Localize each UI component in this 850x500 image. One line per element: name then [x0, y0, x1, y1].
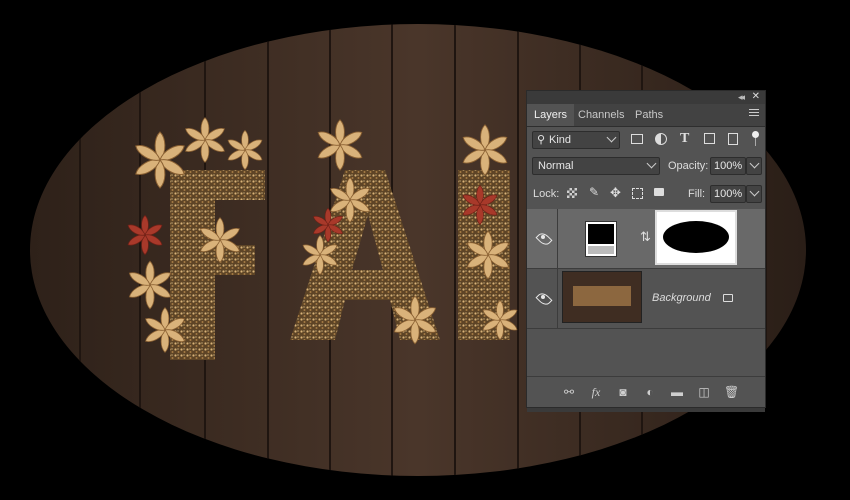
layer-row-background[interactable]: Background — [527, 269, 765, 329]
fill-label: Fill: — [688, 188, 706, 200]
opacity-field[interactable]: 100% — [710, 157, 746, 175]
lock-icon — [723, 294, 733, 302]
filter-kind-select[interactable]: ⚲ Kind — [532, 131, 620, 149]
tab-paths[interactable]: Paths — [628, 104, 670, 126]
lock-pixels-icon[interactable]: ✎ — [589, 185, 599, 199]
search-icon: ⚲ — [537, 134, 546, 146]
lock-transparent-icon[interactable] — [567, 188, 577, 198]
fill-dropdown[interactable] — [746, 185, 762, 203]
panel-title-bar[interactable]: ◂◂ ✕ — [527, 91, 765, 104]
panel-resize-handle[interactable] — [527, 408, 765, 412]
chevron-down-icon — [749, 186, 760, 197]
blend-mode-select[interactable]: Normal — [532, 157, 660, 175]
lock-artboard-icon[interactable] — [632, 188, 643, 199]
panel-tabs: Layers Channels Paths — [527, 104, 765, 127]
image-filter-icon[interactable] — [631, 134, 643, 144]
lock-all-icon[interactable] — [654, 188, 664, 196]
layer-name: Background — [652, 292, 711, 304]
chevron-down-icon — [606, 132, 617, 143]
link-icon[interactable]: ⇅ — [640, 229, 651, 245]
close-icon[interactable]: ✕ — [752, 91, 760, 102]
smart-object-filter-icon[interactable] — [728, 133, 738, 145]
layer-thumbnail — [562, 271, 642, 323]
opacity-value: 100% — [714, 160, 743, 172]
fill-value: 100% — [714, 188, 743, 200]
chevron-down-icon — [749, 158, 760, 169]
adjustment-filter-icon[interactable] — [655, 133, 667, 145]
panel-menu-icon[interactable] — [749, 109, 759, 119]
tab-layers[interactable]: Layers — [527, 104, 575, 126]
layers-bottom-toolbar: ⚯ fx ◙ ◐ ▬ ◫ 🗑 — [527, 376, 765, 407]
filter-row: ⚲ Kind T — [527, 129, 765, 155]
layer-thumbnail — [585, 221, 617, 257]
layer-row-adjustment[interactable]: ⇅ — [527, 209, 765, 269]
collapse-icon[interactable]: ◂◂ — [738, 92, 745, 103]
chevron-down-icon — [646, 158, 657, 169]
filter-toggle[interactable] — [752, 131, 759, 147]
blend-mode-value: Normal — [538, 160, 574, 172]
type-filter-icon[interactable]: T — [680, 131, 689, 147]
link-layers-icon[interactable]: ⚯ — [562, 386, 576, 398]
lock-position-icon[interactable]: ✥ — [610, 185, 621, 201]
opacity-label: Opacity: — [668, 160, 709, 172]
filter-kind-label: Kind — [549, 134, 572, 146]
eye-icon[interactable] — [527, 269, 558, 328]
eye-icon[interactable] — [527, 209, 558, 268]
lock-row: Lock: ✎ ✥ Fill: 100% — [527, 182, 765, 208]
shape-filter-icon[interactable] — [704, 133, 715, 144]
layer-mask-thumbnail[interactable] — [655, 210, 737, 265]
new-group-icon[interactable]: ▬ — [670, 386, 684, 398]
new-adjustment-icon[interactable]: ◐ — [643, 386, 657, 398]
opacity-dropdown[interactable] — [746, 157, 762, 175]
add-mask-icon[interactable]: ◙ — [616, 386, 630, 398]
layers-panel: ◂◂ ✕ Layers Channels Paths ⚲ Kind T Norm… — [526, 90, 766, 412]
fill-field[interactable]: 100% — [710, 185, 746, 203]
new-layer-icon[interactable]: ◫ — [697, 386, 711, 398]
delete-icon[interactable]: 🗑 — [724, 386, 739, 398]
lock-label: Lock: — [533, 188, 560, 200]
tab-channels[interactable]: Channels — [571, 104, 631, 126]
blend-row: Normal Opacity: 100% — [527, 155, 765, 181]
fx-icon[interactable]: fx — [589, 386, 603, 398]
